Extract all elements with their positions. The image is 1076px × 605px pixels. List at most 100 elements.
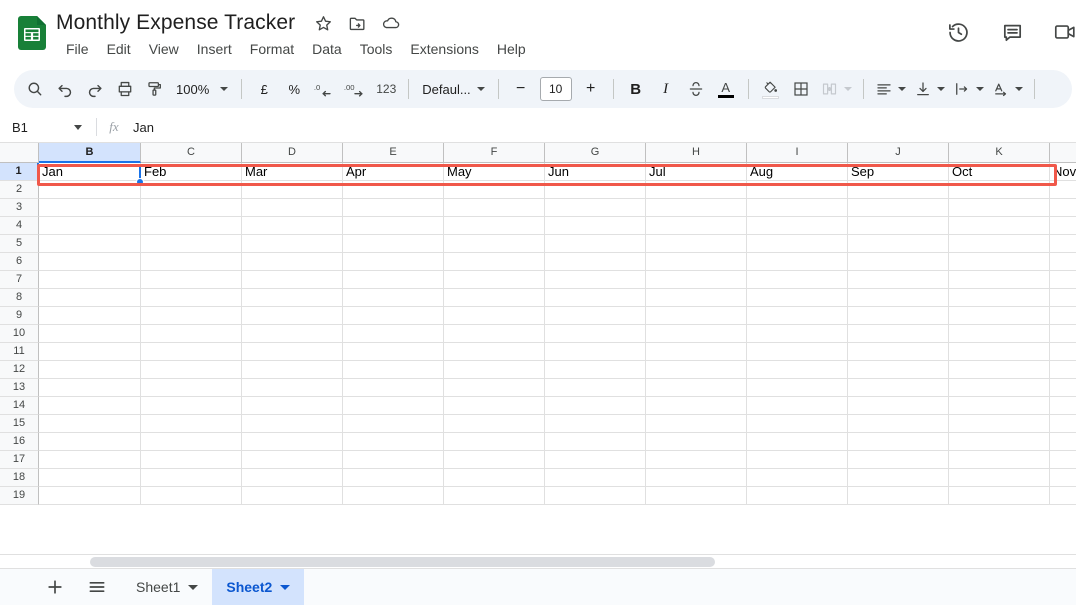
name-box[interactable]: B1 [0, 112, 96, 143]
cell-H18[interactable] [646, 469, 747, 487]
cell-D6[interactable] [242, 253, 343, 271]
cell-D19[interactable] [242, 487, 343, 505]
cell-D12[interactable] [242, 361, 343, 379]
cell-C1[interactable]: Feb [141, 163, 242, 181]
cell-D15[interactable] [242, 415, 343, 433]
cell-G14[interactable] [545, 397, 646, 415]
cell-J7[interactable] [848, 271, 949, 289]
all-sheets-icon[interactable] [80, 570, 114, 604]
cell-G19[interactable] [545, 487, 646, 505]
cell-K10[interactable] [949, 325, 1050, 343]
search-icon[interactable] [20, 74, 50, 104]
cell-B19[interactable] [39, 487, 141, 505]
cell-C13[interactable] [141, 379, 242, 397]
cell-G7[interactable] [545, 271, 646, 289]
row-header-12[interactable]: 12 [0, 361, 39, 379]
cell-G12[interactable] [545, 361, 646, 379]
horizontal-align-button[interactable] [871, 74, 910, 104]
cell-H13[interactable] [646, 379, 747, 397]
cell-K13[interactable] [949, 379, 1050, 397]
cell-J13[interactable] [848, 379, 949, 397]
cell-B7[interactable] [39, 271, 141, 289]
cell-E13[interactable] [343, 379, 444, 397]
row-header-5[interactable]: 5 [0, 235, 39, 253]
cell-F3[interactable] [444, 199, 545, 217]
cell-K14[interactable] [949, 397, 1050, 415]
cell-J15[interactable] [848, 415, 949, 433]
cell-I5[interactable] [747, 235, 848, 253]
cell-F12[interactable] [444, 361, 545, 379]
cell-L19[interactable] [1050, 487, 1076, 505]
cell-G2[interactable] [545, 181, 646, 199]
paint-format-icon[interactable] [140, 74, 170, 104]
horizontal-scrollbar-thumb[interactable] [90, 557, 715, 567]
cell-E11[interactable] [343, 343, 444, 361]
cell-E15[interactable] [343, 415, 444, 433]
cell-F11[interactable] [444, 343, 545, 361]
cell-D5[interactable] [242, 235, 343, 253]
cell-D14[interactable] [242, 397, 343, 415]
cell-E10[interactable] [343, 325, 444, 343]
cell-D3[interactable] [242, 199, 343, 217]
cell-B11[interactable] [39, 343, 141, 361]
cell-J17[interactable] [848, 451, 949, 469]
cell-F7[interactable] [444, 271, 545, 289]
cell-L8[interactable] [1050, 289, 1076, 307]
comment-icon[interactable] [992, 12, 1032, 52]
row-header-1[interactable]: 1 [0, 163, 39, 181]
cell-L2[interactable] [1050, 181, 1076, 199]
cell-C18[interactable] [141, 469, 242, 487]
cell-K15[interactable] [949, 415, 1050, 433]
cell-K5[interactable] [949, 235, 1050, 253]
cell-E5[interactable] [343, 235, 444, 253]
cell-L11[interactable] [1050, 343, 1076, 361]
cell-D9[interactable] [242, 307, 343, 325]
cell-H5[interactable] [646, 235, 747, 253]
row-header-3[interactable]: 3 [0, 199, 39, 217]
menu-extensions[interactable]: Extensions [401, 37, 487, 61]
cell-J16[interactable] [848, 433, 949, 451]
cell-I12[interactable] [747, 361, 848, 379]
cell-H14[interactable] [646, 397, 747, 415]
cell-G13[interactable] [545, 379, 646, 397]
cell-J8[interactable] [848, 289, 949, 307]
cell-I1[interactable]: Aug [747, 163, 848, 181]
cell-E8[interactable] [343, 289, 444, 307]
cell-J4[interactable] [848, 217, 949, 235]
column-header-l[interactable]: L [1050, 143, 1076, 163]
cell-J11[interactable] [848, 343, 949, 361]
cell-H4[interactable] [646, 217, 747, 235]
cell-B18[interactable] [39, 469, 141, 487]
cell-I10[interactable] [747, 325, 848, 343]
cell-L5[interactable] [1050, 235, 1076, 253]
cell-E18[interactable] [343, 469, 444, 487]
decrease-decimal-button[interactable]: .0 [309, 74, 339, 104]
column-header-j[interactable]: J [848, 143, 949, 163]
merge-cells-button[interactable] [816, 74, 856, 104]
cell-F19[interactable] [444, 487, 545, 505]
cell-C19[interactable] [141, 487, 242, 505]
cell-E12[interactable] [343, 361, 444, 379]
cell-F1[interactable]: May [444, 163, 545, 181]
cell-K7[interactable] [949, 271, 1050, 289]
cell-G6[interactable] [545, 253, 646, 271]
horizontal-scrollbar-track[interactable] [0, 554, 1076, 568]
percent-format-button[interactable]: % [279, 74, 309, 104]
cell-B14[interactable] [39, 397, 141, 415]
cell-E9[interactable] [343, 307, 444, 325]
cell-F5[interactable] [444, 235, 545, 253]
column-header-g[interactable]: G [545, 143, 646, 163]
italic-button[interactable]: I [651, 74, 681, 104]
cell-J10[interactable] [848, 325, 949, 343]
cell-E2[interactable] [343, 181, 444, 199]
cell-I3[interactable] [747, 199, 848, 217]
select-all-corner[interactable] [0, 143, 39, 163]
cell-H11[interactable] [646, 343, 747, 361]
cell-C16[interactable] [141, 433, 242, 451]
cell-K3[interactable] [949, 199, 1050, 217]
cell-J18[interactable] [848, 469, 949, 487]
row-header-7[interactable]: 7 [0, 271, 39, 289]
cell-L7[interactable] [1050, 271, 1076, 289]
cell-F13[interactable] [444, 379, 545, 397]
cell-I7[interactable] [747, 271, 848, 289]
